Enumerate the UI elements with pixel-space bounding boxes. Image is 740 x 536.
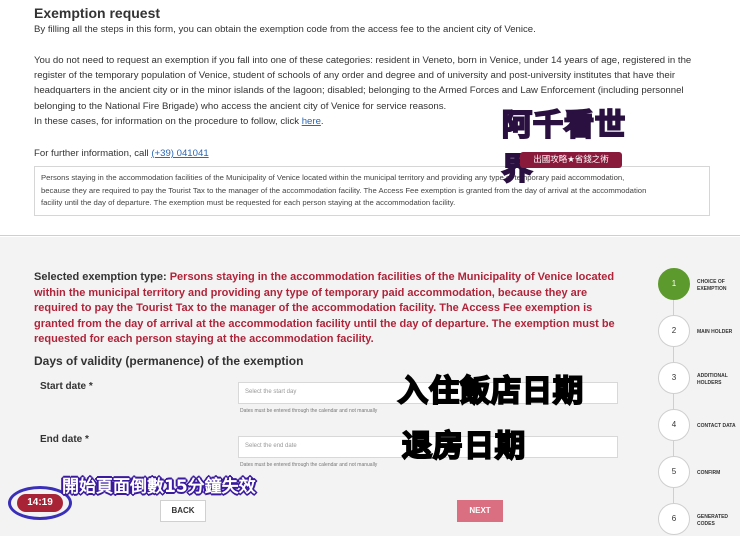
checkin-annotation: 入住飯店日期 [397,373,584,410]
blog-logo: 阿千看世界 出國攻略★省錢之術 [500,100,636,188]
step-2: 2 [658,315,690,347]
step-4-label: CONTACT DATA [697,423,736,429]
countdown-annotation: 開始頁面倒數15分鐘失效 [62,477,256,497]
logo-main-text: 阿千看世界 [501,107,626,188]
exemption-info-panel: Exemption request By filling all the ste… [0,0,740,236]
intro-text: By filling all the steps in this form, y… [34,24,536,35]
start-date-label: Start date * [40,381,93,392]
step-5: 5 [658,456,690,488]
step-5-label: CONFIRM [697,470,721,476]
validity-title: Days of validity (permanence) of the exe… [34,354,304,368]
start-date-hint: Dates must be entered through the calend… [240,408,378,414]
step-6: 6 [658,503,690,535]
timer-value: 14:19 [17,494,63,512]
end-date-hint: Dates must be entered through the calend… [240,462,378,468]
step-2-label: MAIN HOLDER [697,329,733,335]
step-1-label: CHOICE OF EXEMPTION [697,279,727,292]
back-button[interactable]: BACK [160,500,206,522]
logo-banner: 出國攻略★省錢之術 [520,152,622,168]
step-6-label: GENERATED CODES [697,514,729,527]
step-4: 4 [658,409,690,441]
end-date-label: End date * [40,434,89,445]
here-link[interactable]: here [302,116,321,127]
selected-exemption-type: Selected exemption type: Persons staying… [34,271,615,346]
step-3: 3 [658,362,690,394]
step-1: 1 [658,268,690,300]
step-3-label: ADDITIONAL HOLDERS [697,373,728,386]
phone-link[interactable]: (+39) 041041 [151,148,208,159]
next-button[interactable]: NEXT [457,500,503,522]
checkout-annotation: 退房日期 [401,428,526,465]
page-title: Exemption request [34,5,161,21]
